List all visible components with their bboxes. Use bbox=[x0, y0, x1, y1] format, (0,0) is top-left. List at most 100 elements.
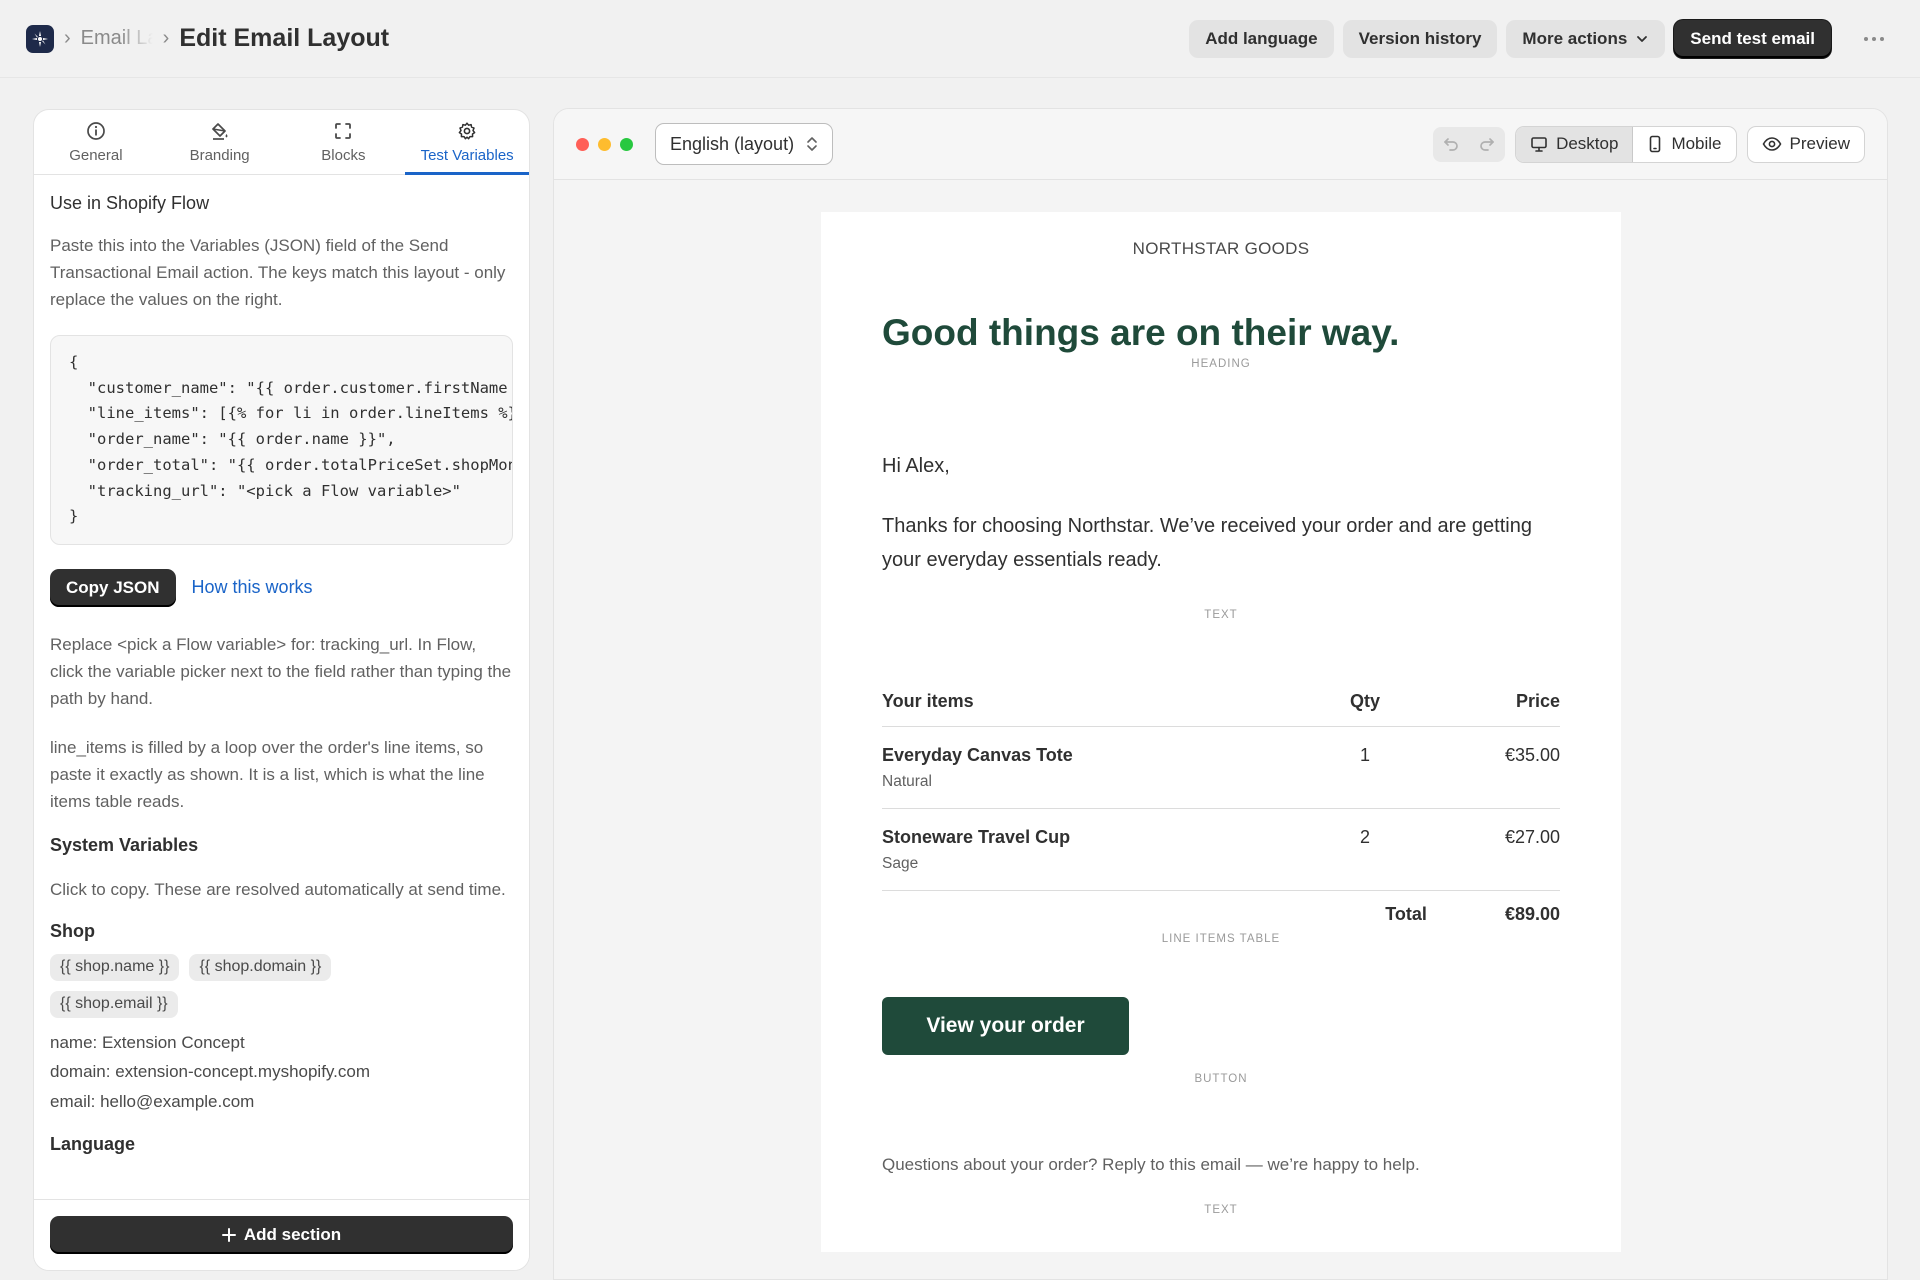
undo-icon[interactable] bbox=[1433, 127, 1469, 162]
email-footer-text[interactable]: Questions about your order? Reply to thi… bbox=[882, 1155, 1420, 1175]
email-body-text[interactable]: Thanks for choosing Northstar. We’ve rec… bbox=[882, 509, 1542, 577]
tab-branding[interactable]: Branding bbox=[158, 110, 282, 174]
table-row: Stoneware Travel Cup Sage 2 €27.00 bbox=[882, 809, 1560, 891]
mobile-label: Mobile bbox=[1671, 134, 1722, 153]
tab-blocks-label: Blocks bbox=[321, 147, 366, 164]
add-section-label: Add section bbox=[243, 1225, 342, 1244]
shop-email-chip[interactable]: {{ shop.email }} bbox=[50, 990, 178, 1018]
json-code-block[interactable]: { "customer_name": "{{ order.customer.fi… bbox=[50, 335, 513, 545]
language-select-value: English (layout) bbox=[670, 133, 795, 154]
item-price: €35.00 bbox=[1504, 745, 1560, 765]
mobile-icon bbox=[1650, 135, 1661, 153]
redo-icon[interactable] bbox=[1469, 127, 1505, 162]
section-title: Use in Shopify Flow bbox=[50, 193, 210, 213]
item-name: Stoneware Travel Cup bbox=[882, 827, 1071, 847]
item-variant: Natural bbox=[882, 773, 932, 790]
how-this-works-link[interactable]: How this works bbox=[192, 577, 313, 598]
mobile-toggle[interactable]: Mobile bbox=[1633, 127, 1735, 162]
code-line: "tracking_url": "<pick a Flow variable>" bbox=[69, 481, 461, 500]
paint-bucket-icon bbox=[209, 120, 231, 142]
app-logo-icon[interactable] bbox=[26, 24, 54, 53]
shop-domain-chip[interactable]: {{ shop.domain }} bbox=[189, 953, 332, 981]
breadcrumb-parent-link[interactable]: Email Layouts bbox=[81, 27, 153, 50]
email-heading[interactable]: Good things are on their way. bbox=[882, 312, 1399, 354]
email-canvas: NORTHSTAR GOODS Good things are on their… bbox=[821, 212, 1621, 1252]
item-price: €27.00 bbox=[1504, 827, 1560, 847]
breadcrumb-separator: › bbox=[162, 27, 170, 49]
more-actions-label: More actions bbox=[1522, 28, 1628, 48]
shop-name-chip[interactable]: {{ shop.name }} bbox=[50, 953, 180, 981]
close-dot-icon bbox=[576, 137, 589, 151]
settings-panel: General Branding Blocks Test Variables U… bbox=[33, 109, 530, 1271]
view-order-button[interactable]: View your order bbox=[882, 997, 1129, 1055]
header-price: Price bbox=[1515, 691, 1560, 711]
chevron-up-down-icon bbox=[807, 137, 817, 151]
shop-title: Shop bbox=[50, 920, 95, 941]
code-line: "line_items": [{% for li in order.lineIt… bbox=[69, 404, 512, 423]
language-title: Language bbox=[50, 1134, 136, 1155]
tab-test-variables-label: Test Variables bbox=[420, 147, 514, 164]
overflow-menu-icon[interactable] bbox=[1854, 20, 1894, 58]
code-line: { bbox=[69, 353, 79, 371]
code-line: } bbox=[69, 507, 79, 526]
code-line: "order_total": "{{ order.totalPriceSet.s… bbox=[87, 455, 512, 474]
minimize-dot-icon bbox=[598, 137, 611, 151]
item-cell: Stoneware Travel Cup Sage bbox=[882, 827, 1310, 890]
more-actions-button[interactable]: More actions bbox=[1506, 19, 1666, 58]
shop-domain-value: domain: extension-concept.myshopify.com bbox=[50, 1062, 371, 1082]
item-cell: Everyday Canvas Tote Natural bbox=[882, 745, 1310, 808]
block-label-table: LINE ITEMS TABLE bbox=[1161, 933, 1281, 945]
tab-branding-label: Branding bbox=[189, 147, 250, 164]
gear-icon bbox=[456, 120, 478, 142]
page-title: Edit Email Layout bbox=[179, 24, 390, 52]
chevron-down-icon bbox=[1637, 35, 1648, 42]
block-label-text: TEXT bbox=[1204, 609, 1238, 621]
settings-tabs: General Branding Blocks Test Variables bbox=[34, 110, 529, 175]
breadcrumb-separator: › bbox=[64, 27, 71, 49]
system-variables-title: System Variables bbox=[50, 834, 199, 855]
line-items-table[interactable]: Your items Qty Price Everyday Canvas Tot… bbox=[882, 677, 1560, 937]
panel-footer: Add section bbox=[34, 1199, 529, 1270]
add-section-button[interactable]: Add section bbox=[50, 1216, 513, 1254]
item-qty: 2 bbox=[1359, 827, 1370, 847]
shop-name-value: name: Extension Concept bbox=[50, 1032, 245, 1052]
tab-general[interactable]: General bbox=[34, 110, 158, 174]
undo-redo-group bbox=[1433, 126, 1506, 162]
item-qty: 1 bbox=[1359, 745, 1370, 765]
top-bar: › Email Layouts › Edit Email Layout Add … bbox=[0, 0, 1920, 78]
add-language-button[interactable]: Add language bbox=[1189, 19, 1334, 58]
tab-test-variables[interactable]: Test Variables bbox=[405, 110, 529, 175]
info-icon bbox=[85, 120, 107, 142]
send-test-email-button[interactable]: Send test email bbox=[1674, 19, 1831, 58]
block-label-button: BUTTON bbox=[1194, 1073, 1248, 1085]
desktop-toggle[interactable]: Desktop bbox=[1516, 126, 1634, 162]
header-actions: Add language Version history More action… bbox=[1189, 19, 1894, 58]
item-name: Everyday Canvas Tote bbox=[882, 745, 1073, 765]
code-line: "customer_name": "{{ order.customer.firs… bbox=[69, 378, 512, 397]
brand-name[interactable]: NORTHSTAR GOODS bbox=[821, 239, 1621, 259]
block-label-heading: HEADING bbox=[1191, 358, 1251, 370]
version-history-button[interactable]: Version history bbox=[1342, 19, 1498, 58]
total-value: €89.00 bbox=[1504, 903, 1560, 924]
preview-button[interactable]: Preview bbox=[1746, 125, 1865, 163]
tab-general-label: General bbox=[69, 147, 123, 164]
system-variables-intro: Click to copy. These are resolved automa… bbox=[50, 879, 506, 899]
json-actions: Copy JSON How this works bbox=[50, 568, 513, 607]
maximize-dot-icon bbox=[620, 137, 633, 151]
tracking-note: Replace <pick a Flow variable> for: trac… bbox=[50, 634, 512, 708]
table-header: Your items Qty Price bbox=[882, 677, 1560, 727]
code-line: "order_name": "{{ order.name }}", bbox=[69, 430, 396, 449]
email-preview-window: English (layout) Desktop Mobile Preview … bbox=[553, 108, 1888, 1280]
line-items-note: line_items is filled by a loop over the … bbox=[50, 737, 485, 811]
desktop-icon bbox=[1531, 137, 1547, 152]
block-label-footer-text: TEXT bbox=[1204, 1204, 1238, 1216]
copy-json-button[interactable]: Copy JSON bbox=[50, 568, 176, 607]
preview-controls: Desktop Mobile Preview bbox=[1433, 125, 1865, 163]
test-variables-content: Use in Shopify Flow Paste this into the … bbox=[34, 175, 529, 1205]
table-row: Everyday Canvas Tote Natural 1 €35.00 bbox=[882, 727, 1560, 809]
preview-toolbar: English (layout) Desktop Mobile Preview bbox=[554, 109, 1887, 180]
tab-blocks[interactable]: Blocks bbox=[282, 110, 406, 174]
language-select[interactable]: English (layout) bbox=[655, 123, 834, 165]
email-greeting[interactable]: Hi Alex, bbox=[882, 455, 950, 478]
desktop-label: Desktop bbox=[1556, 134, 1619, 153]
